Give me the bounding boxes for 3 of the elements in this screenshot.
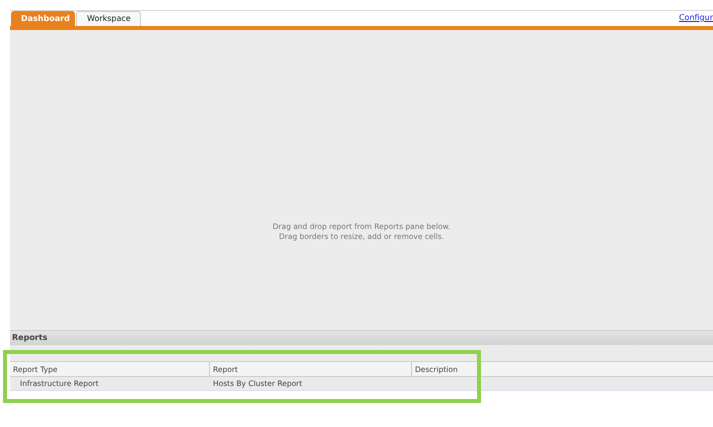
configure-link[interactable]: Configur (678, 12, 713, 24)
tab[interactable]: Workspace (76, 11, 141, 26)
reports-title: Reports (12, 332, 48, 344)
